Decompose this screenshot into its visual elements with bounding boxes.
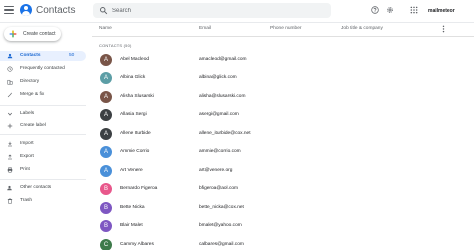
import-icon: [8, 141, 12, 147]
contact-email: bmalet@yahoo.com: [199, 223, 242, 229]
avatar: C: [100, 238, 112, 250]
contact-email: allene_iturbide@cox.net: [199, 130, 251, 136]
sidebar-item-label: Contacts: [20, 53, 41, 58]
avatar: A: [100, 54, 112, 66]
avatar: A: [100, 109, 112, 122]
help-icon[interactable]: [371, 6, 379, 14]
sidebar-divider: [0, 134, 86, 135]
contact-name: Bette Nicka: [120, 204, 145, 210]
contact-row[interactable]: C Cammy Albares calbares@gmail.com: [92, 236, 474, 250]
sidebar-item-label: Frequently contacted: [20, 66, 65, 71]
plus-icon: [9, 30, 17, 38]
person-add-icon: [7, 185, 12, 191]
column-header-name[interactable]: Name: [99, 26, 112, 31]
column-header-job: Job title & company: [341, 26, 383, 31]
contact-name: Ammie Corrio: [120, 149, 150, 155]
more-vert-icon[interactable]: [441, 25, 446, 33]
print-icon: [7, 167, 13, 173]
add-icon: [7, 123, 13, 129]
auto-fix-icon: [7, 92, 13, 98]
history-icon: [7, 66, 13, 72]
column-header-phone: Phone number: [270, 26, 302, 31]
avatar: B: [100, 201, 112, 214]
avatar: A: [100, 164, 112, 177]
search-input[interactable]: [112, 4, 322, 17]
sidebar-item-label: Export: [20, 154, 34, 159]
contact-name: Abel Macleod: [120, 57, 150, 62]
contacts-logo-icon: [20, 4, 32, 16]
sidebar-item-contacts[interactable]: Contacts 50: [0, 51, 86, 61]
contact-row[interactable]: A Allasia Sergi asergi@gmail.com: [92, 106, 474, 124]
contacts-section-label: CONTACTS (50): [99, 43, 132, 48]
apps-grid-icon[interactable]: [410, 6, 418, 14]
header-divider: [0, 22, 474, 23]
person-icon: [7, 53, 13, 59]
main-menu-icon[interactable]: [4, 5, 14, 15]
search-bar[interactable]: [93, 3, 331, 18]
sidebar-item-label: Import: [20, 141, 34, 146]
gear-icon[interactable]: [386, 6, 394, 14]
app-header: Contacts mailmeteor: [0, 0, 474, 22]
search-icon[interactable]: [99, 6, 108, 15]
contact-email: alisha@slusarski.com: [199, 93, 246, 99]
create-contact-button[interactable]: Create contact: [4, 27, 61, 41]
chevron-down-icon[interactable]: [7, 111, 13, 117]
contact-email: bfigeroa@aol.com: [199, 186, 239, 192]
sidebar-divider: [0, 179, 86, 180]
contact-row[interactable]: A Ammie Corrio ammie@corrio.com: [92, 143, 474, 161]
create-contact-label: Create contact: [23, 31, 56, 37]
sidebar-item-label: Trash: [20, 198, 33, 203]
column-header-email: Email: [199, 26, 211, 31]
avatar: A: [100, 146, 112, 159]
contact-name: Alisha Slusarski: [120, 93, 154, 99]
contact-email: bette_nicka@cox.net: [199, 204, 244, 210]
contact-row[interactable]: A Allene Iturbide allene_iturbide@cox.net: [92, 125, 474, 143]
contact-email: calbares@gmail.com: [199, 241, 244, 247]
list-header-divider: [92, 36, 474, 37]
contact-row[interactable]: A Albina Glick albina@glick.com: [92, 69, 474, 87]
sidebar-item-label: Other contacts: [20, 185, 52, 190]
export-icon: [8, 154, 12, 160]
contact-row[interactable]: B Bette Nicka bette_nicka@cox.net: [92, 199, 474, 217]
contact-row[interactable]: B Blair Malet bmalet@yahoo.com: [92, 217, 474, 235]
contact-email: amacleod@gmail.com: [199, 57, 247, 62]
contact-name: Bernardo Figeroa: [120, 186, 158, 192]
contact-email: asergi@gmail.com: [199, 112, 239, 118]
contact-row[interactable]: A Art Venere art@venere.org: [92, 162, 474, 180]
account-name[interactable]: mailmeteor: [428, 8, 455, 14]
sidebar-item-label: Directory: [20, 79, 40, 84]
contact-email: art@venere.org: [199, 167, 233, 173]
contact-row[interactable]: A Alisha Slusarski alisha@slusarski.com: [92, 88, 474, 106]
contact-name: Albina Glick: [120, 75, 146, 81]
sidebar-item-label: Merge & fix: [20, 92, 45, 97]
contact-name: Allasia Sergi: [120, 112, 147, 118]
avatar: A: [100, 127, 112, 140]
avatar: A: [100, 90, 112, 103]
contact-name: Art Venere: [120, 167, 143, 173]
contact-email: albina@glick.com: [199, 75, 237, 81]
avatar: B: [100, 220, 112, 233]
contact-row[interactable]: A Abel Macleod amacleod@gmail.com: [92, 51, 474, 69]
contact-email: ammie@corrio.com: [199, 149, 241, 155]
contact-name: Blair Malet: [120, 223, 143, 229]
create-label-label: Create label: [20, 123, 46, 128]
app-title: Contacts: [36, 5, 76, 16]
contacts-count: 50: [69, 53, 75, 58]
labels-heading: Labels: [20, 111, 35, 116]
trash-icon: [7, 198, 13, 204]
contact-name: Cammy Albares: [120, 241, 154, 247]
contact-row[interactable]: B Bernardo Figeroa bfigeroa@aol.com: [92, 180, 474, 198]
avatar: A: [100, 72, 112, 85]
sidebar-divider: [0, 105, 86, 106]
avatar: B: [100, 183, 112, 196]
domain-icon: [7, 79, 13, 85]
sidebar-item-label: Print: [20, 167, 30, 172]
contact-name: Allene Iturbide: [120, 130, 151, 136]
